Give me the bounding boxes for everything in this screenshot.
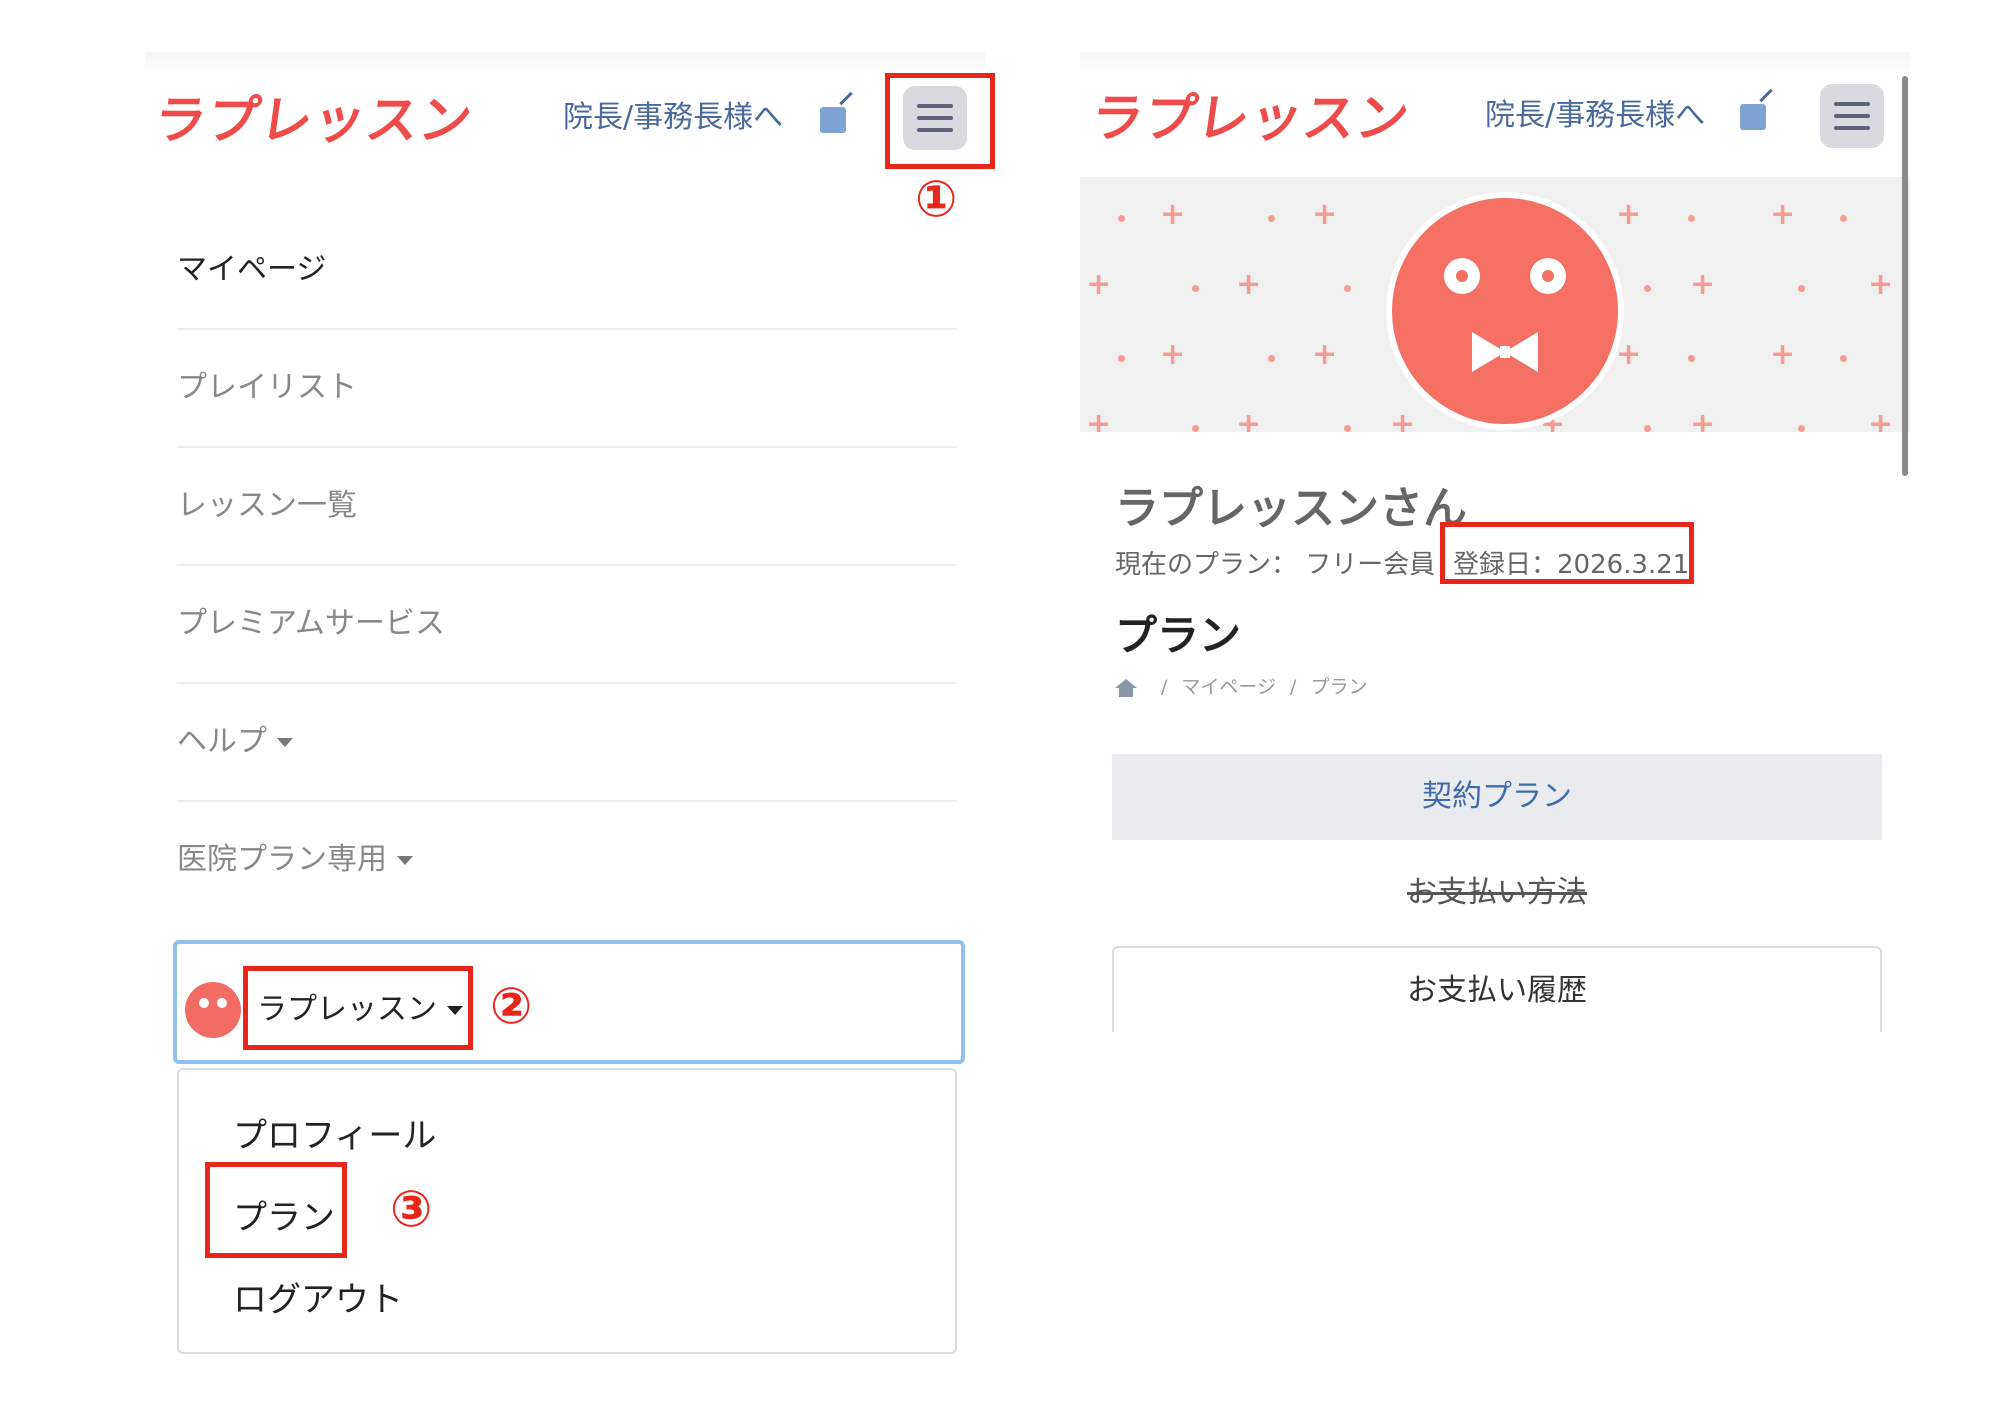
caret-down-icon [277,738,293,747]
app-logo[interactable]: ラプレッスン [150,78,479,153]
app-header: ラプレッスン 院長/事務長様へ [145,52,985,172]
divider [177,564,957,566]
highlight-hamburger [885,73,995,169]
hamburger-menu-button[interactable] [1820,84,1884,148]
left-panel-menu-open: ラプレッスン 院長/事務長様へ ① マイページ プレイリスト レッスン一覧 プレ… [145,52,995,1372]
step-3-label: ③ [390,1180,433,1238]
dropdown-item-profile[interactable]: プロフィール [233,1108,436,1157]
menu-item-clinic-plan[interactable]: 医院プラン専用 [177,834,957,878]
page-title: プラン [1115,611,1242,660]
right-panel-plan-page: ラプレッスン 院長/事務長様へ + + + + + + + + + + + + … [1080,52,1910,1052]
breadcrumb-plan: プラン [1310,676,1368,698]
menu-item-clinic-plan-label: 医院プラン専用 [177,842,387,877]
menu-item-help-label: ヘルプ [177,724,267,759]
profile-name: ラプレッスンさん [1115,483,1467,534]
profile-avatar [1386,192,1624,430]
step-2-label: ② [490,977,533,1035]
app-header: ラプレッスン 院長/事務長様へ [1080,52,1910,172]
menu-item-help[interactable]: ヘルプ [177,716,957,760]
director-link[interactable]: 院長/事務長様へ [563,92,783,136]
tab-contract-plan[interactable]: 契約プラン [1112,754,1882,840]
caret-down-icon [397,856,413,865]
menu-item-premium[interactable]: プレミアムサービス [177,598,957,642]
highlight-registration-date [1440,522,1694,584]
breadcrumb-mypage[interactable]: マイページ [1181,676,1276,698]
highlight-plan-item [205,1162,347,1258]
tab-payment-history[interactable]: お支払い履歴 [1112,946,1882,1032]
divider [177,446,957,448]
bow-tie-icon [1472,332,1538,372]
tab-payment-method[interactable]: お支払い方法 [1112,850,1882,936]
divider [177,682,957,684]
app-logo[interactable]: ラプレッスン [1087,76,1416,151]
breadcrumb: / マイページ / プラン [1115,672,1367,699]
menu-item-lessons[interactable]: レッスン一覧 [177,480,957,524]
scrollbar[interactable] [1902,76,1908,476]
step-1-label: ① [915,170,958,228]
avatar [185,982,241,1038]
home-icon[interactable] [1115,678,1137,697]
director-link[interactable]: 院長/事務長様へ [1485,90,1705,134]
menu-item-mypage[interactable]: マイページ [177,244,957,288]
highlight-user-name [243,966,473,1050]
divider [177,328,957,330]
external-link-icon [1740,104,1766,130]
menu-item-playlist[interactable]: プレイリスト [177,362,957,406]
current-plan: 現在のプラン： フリー会員 [1115,550,1436,580]
dropdown-item-logout[interactable]: ログアウト [233,1272,403,1321]
divider [177,800,957,802]
external-link-icon [820,107,846,133]
